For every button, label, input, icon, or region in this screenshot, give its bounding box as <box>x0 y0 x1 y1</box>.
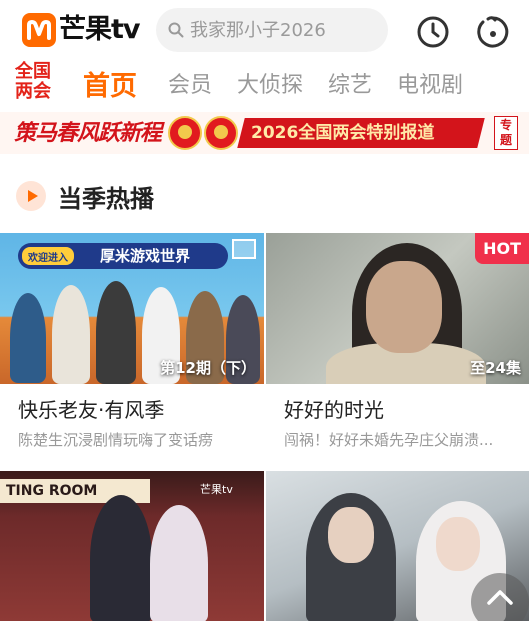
show-thumbnail[interactable]: 欢迎进入 厚米游戏世界 第12期（下） <box>0 233 264 384</box>
banner-ribbon-text: 2026全国两会特别报道 <box>251 123 435 143</box>
person-figure <box>52 285 90 384</box>
search-icon <box>168 22 184 38</box>
show-thumbnail[interactable]: TING ROOM 芒果tv <box>0 471 264 621</box>
badge-line-1: 全国 <box>15 61 51 82</box>
show-card[interactable]: 欢迎进入 厚米游戏世界 第12期（下） 快乐老友·有风季 陈楚生沉浸剧情玩嗨了变… <box>0 233 264 450</box>
two-sessions-badge[interactable]: 全国 两会 <box>10 60 56 104</box>
tab-vip[interactable]: 会员 <box>150 67 230 99</box>
thumb-caption-a: 欢迎进入 <box>22 247 74 265</box>
show-card[interactable]: TING ROOM 芒果tv <box>0 471 264 621</box>
banner-slogan: 策马春风跃新程 <box>14 120 162 146</box>
play-icon <box>16 181 46 211</box>
episode-label: 至24集 <box>470 359 521 377</box>
mango-logo-icon <box>22 13 56 47</box>
banner-ribbon: 2026全国两会特别报道 <box>237 118 485 148</box>
tab-variety[interactable]: 综艺 <box>310 67 390 99</box>
actress-face <box>436 517 480 571</box>
top-bar: 芒果tv <box>0 0 529 60</box>
tab-detective[interactable]: 大侦探 <box>230 67 310 99</box>
person-figure <box>96 281 136 384</box>
actor-face <box>328 507 374 563</box>
hot-badge: HOT <box>475 233 529 264</box>
app-logo[interactable]: 芒果tv <box>22 12 141 48</box>
tab-drama[interactable]: 电视剧 <box>390 67 470 99</box>
search-bar[interactable] <box>156 8 388 52</box>
show-title[interactable]: 好好的时光 <box>284 394 529 423</box>
thumb-caption-b: 厚米游戏世界 <box>100 247 191 265</box>
party-emblem-icon <box>204 116 238 150</box>
search-input[interactable] <box>190 19 385 41</box>
section-header: 当季热播 <box>16 178 154 214</box>
history-button[interactable] <box>416 15 450 49</box>
nav-tabs: 首页 会员 大侦探 综艺 电视剧 <box>70 60 470 106</box>
banner-tag: 专题 <box>494 116 518 150</box>
mango-watermark: 芒果tv <box>200 483 233 496</box>
show-thumbnail[interactable]: HOT 至24集 <box>266 233 529 384</box>
badge-line-2: 两会 <box>15 81 51 102</box>
show-subtitle: 闯祸！好好未婚先孕庄父崩溃... <box>284 431 494 449</box>
show-card[interactable]: HOT 至24集 好好的时光 闯祸！好好未婚先孕庄父崩溃... <box>266 233 529 450</box>
actress-face <box>366 261 442 353</box>
person-figure <box>90 495 152 621</box>
national-emblem-icon <box>168 116 202 150</box>
show-subtitle: 陈楚生沉浸剧情玩嗨了变话痨 <box>18 431 214 449</box>
basketball-hoop-icon <box>232 239 256 259</box>
profile-face-icon <box>477 16 509 48</box>
person-figure <box>10 293 46 383</box>
tab-home[interactable]: 首页 <box>70 64 150 103</box>
channel-nav: 全国 两会 首页 会员 大侦探 综艺 电视剧 <box>0 60 529 110</box>
show-title[interactable]: 快乐老友·有风季 <box>18 394 264 423</box>
history-clock-icon <box>417 16 449 48</box>
episode-label: 第12期（下） <box>160 359 256 377</box>
promo-banner[interactable]: 策马春风跃新程 2026全国两会特别报道 专题 <box>0 112 529 154</box>
person-figure <box>150 505 208 621</box>
profile-button[interactable] <box>476 15 510 49</box>
section-title: 当季热播 <box>58 184 154 213</box>
logo-text: 芒果tv <box>59 14 141 45</box>
chevron-up-icon <box>487 590 513 605</box>
